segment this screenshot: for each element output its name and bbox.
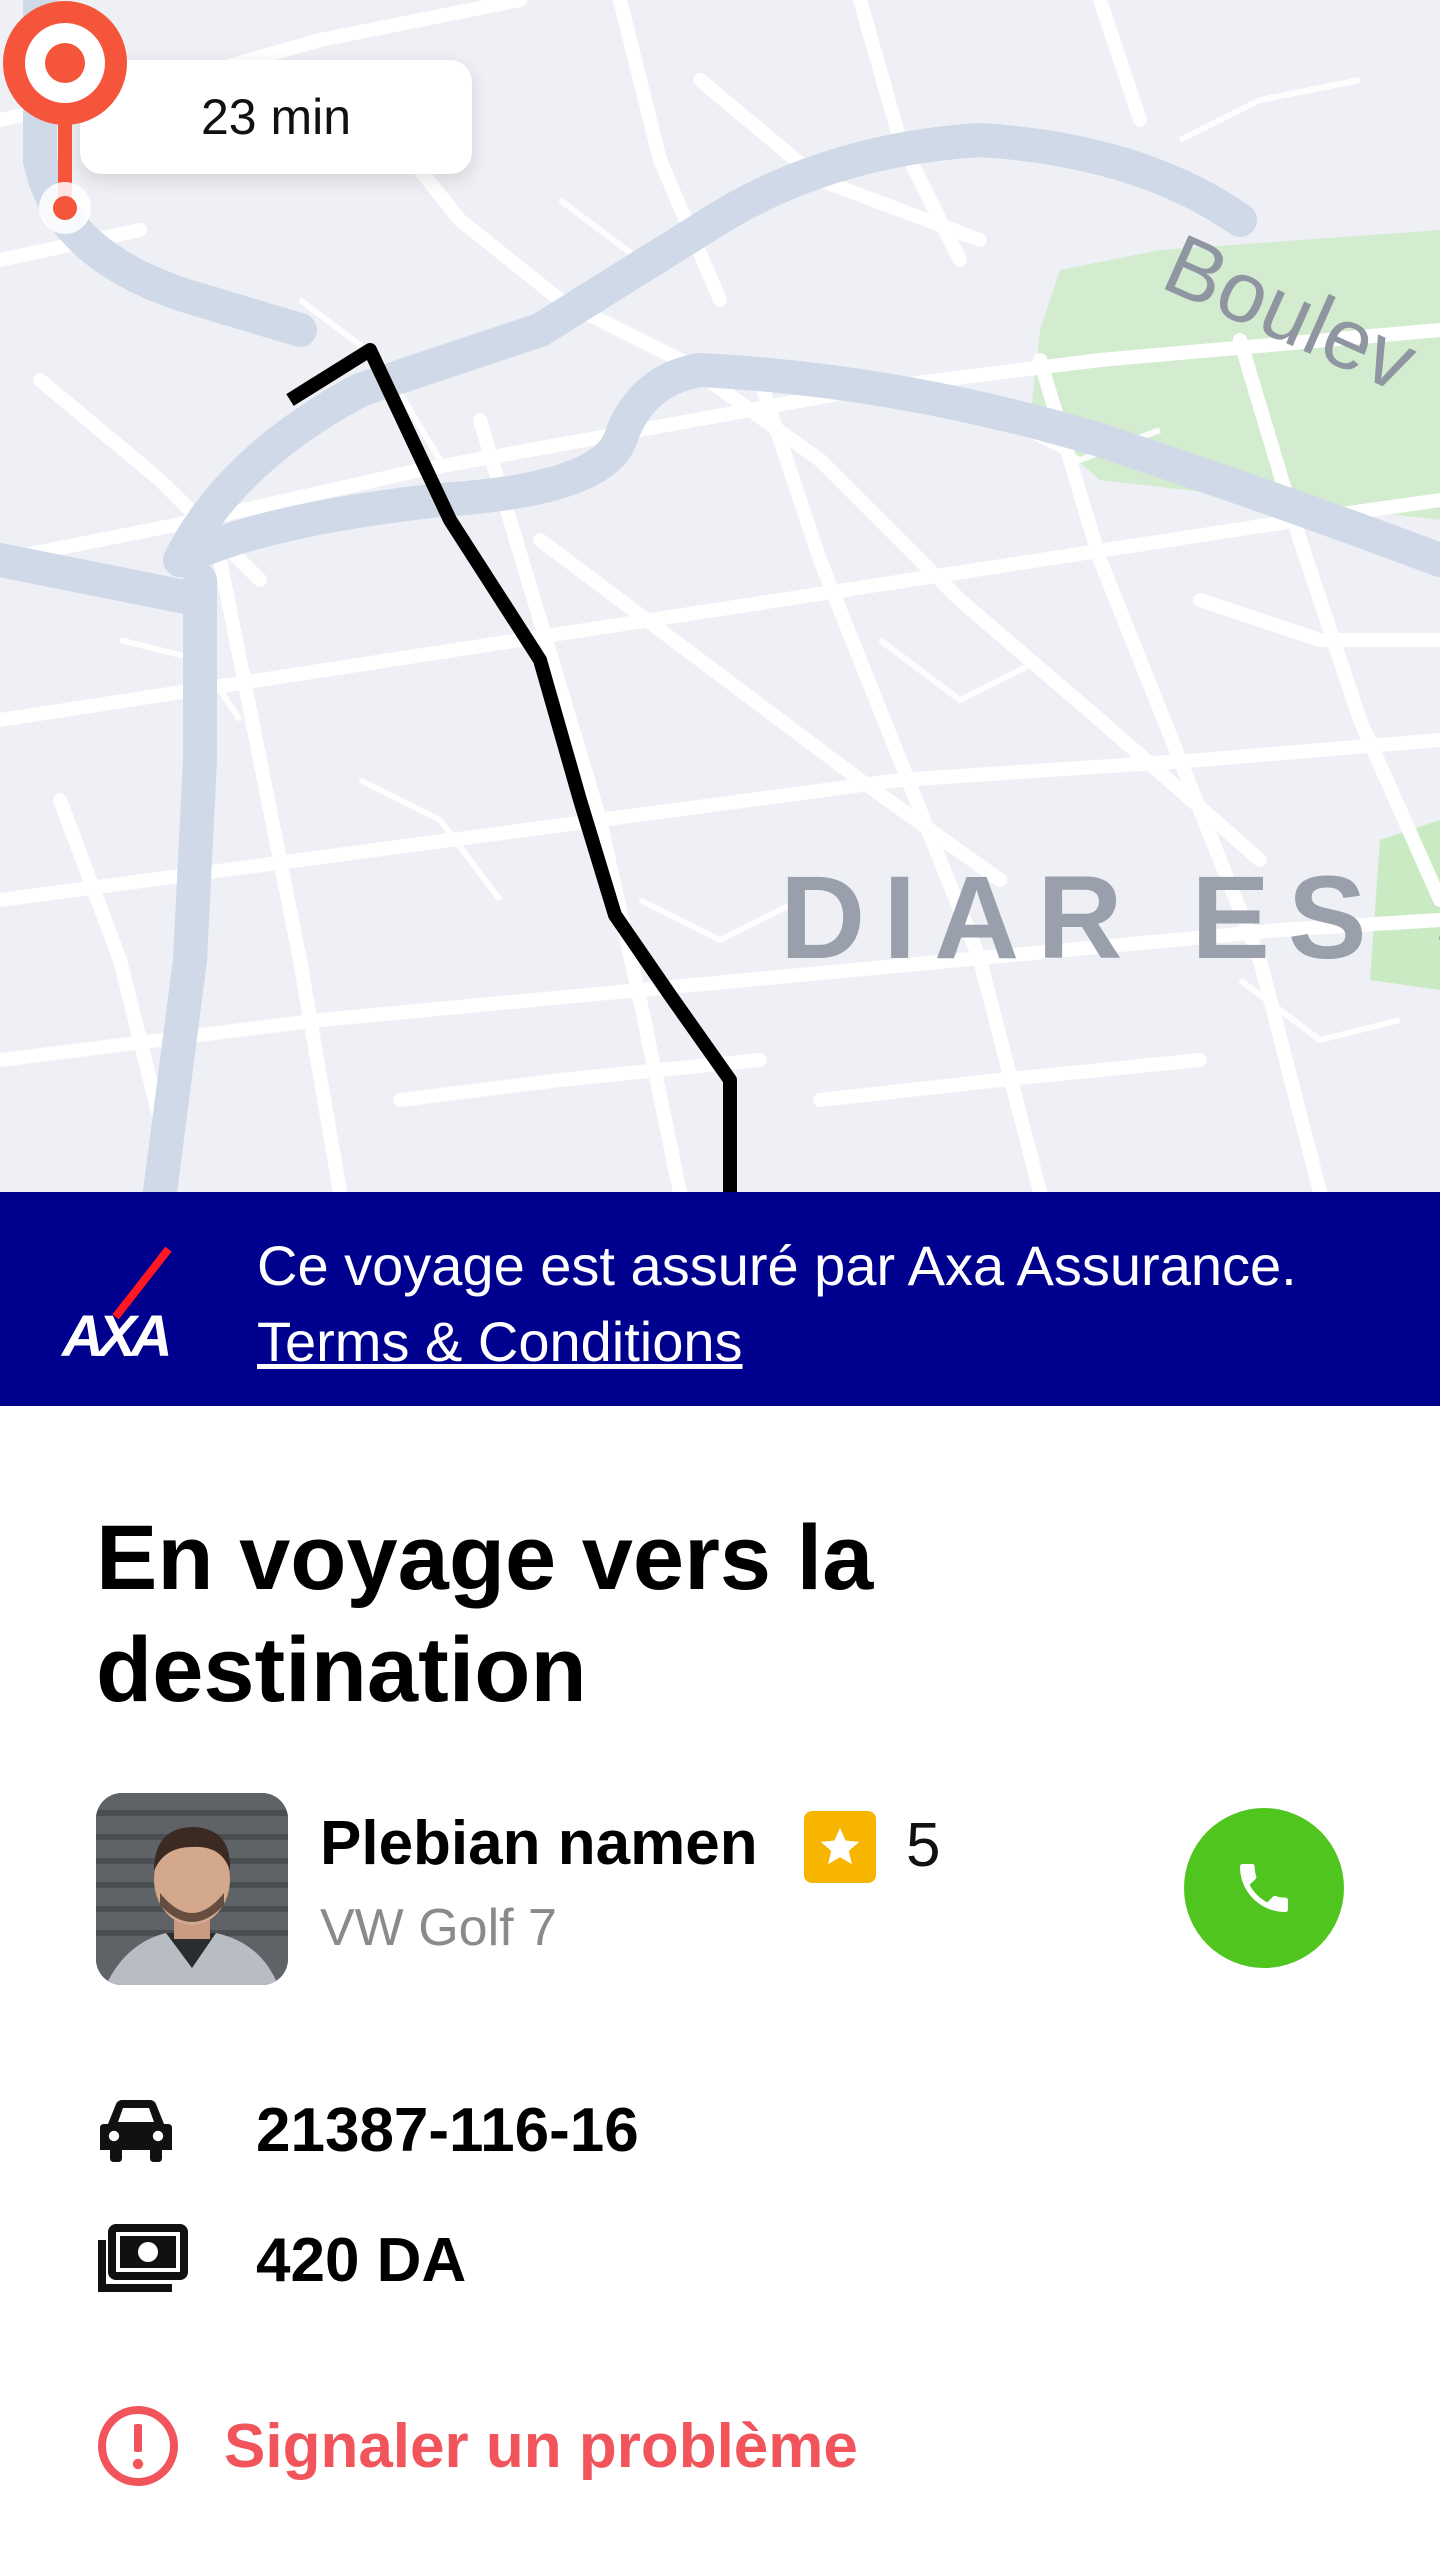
axa-logo: AXA	[60, 1232, 190, 1372]
driver-rating: 5	[906, 1811, 941, 1880]
driver-photo	[96, 1793, 288, 1985]
insurance-message: Ce voyage est assuré par Axa Assurance.	[257, 1234, 1297, 1297]
call-driver-button[interactable]	[1184, 1808, 1344, 1968]
terms-link[interactable]: Terms & Conditions	[257, 1310, 743, 1373]
driver-name: Plebian namen	[320, 1809, 758, 1878]
map-view[interactable]: Boulev DIAR ES S 23 min	[0, 0, 1440, 1192]
license-plate: 21387-116-16	[256, 2095, 639, 2165]
money-icon	[96, 2220, 192, 2300]
fare-row: 420 DA	[96, 2220, 466, 2300]
star-icon	[804, 1811, 876, 1883]
car-model: VW Golf 7	[320, 1899, 557, 1957]
eta-badge: 23 min	[80, 60, 472, 174]
destination-pin-icon[interactable]	[0, 0, 130, 240]
phone-icon	[1240, 1864, 1288, 1912]
insurance-text: Ce voyage est assuré par Axa Assurance. …	[257, 1228, 1377, 1380]
trip-fare: 420 DA	[256, 2225, 467, 2295]
car-icon	[96, 2090, 192, 2170]
eta-text: 23 min	[200, 89, 352, 145]
map-canvas	[0, 0, 1440, 1192]
axa-logo-text: AXA	[62, 1304, 172, 1369]
report-problem-button[interactable]: Signaler un problème	[96, 2404, 858, 2488]
alert-icon	[98, 2406, 178, 2486]
star-glyph	[820, 1827, 860, 1865]
report-problem-label: Signaler un problème	[224, 2411, 858, 2481]
area-label: DIAR ES S	[780, 852, 1440, 984]
trip-status-title: En voyage vers la destination	[96, 1507, 874, 1721]
driver-avatar	[96, 1793, 288, 1985]
plate-row: 21387-116-16	[96, 2090, 639, 2170]
insurance-banner: AXA Ce voyage est assuré par Axa Assuran…	[0, 1192, 1440, 1406]
